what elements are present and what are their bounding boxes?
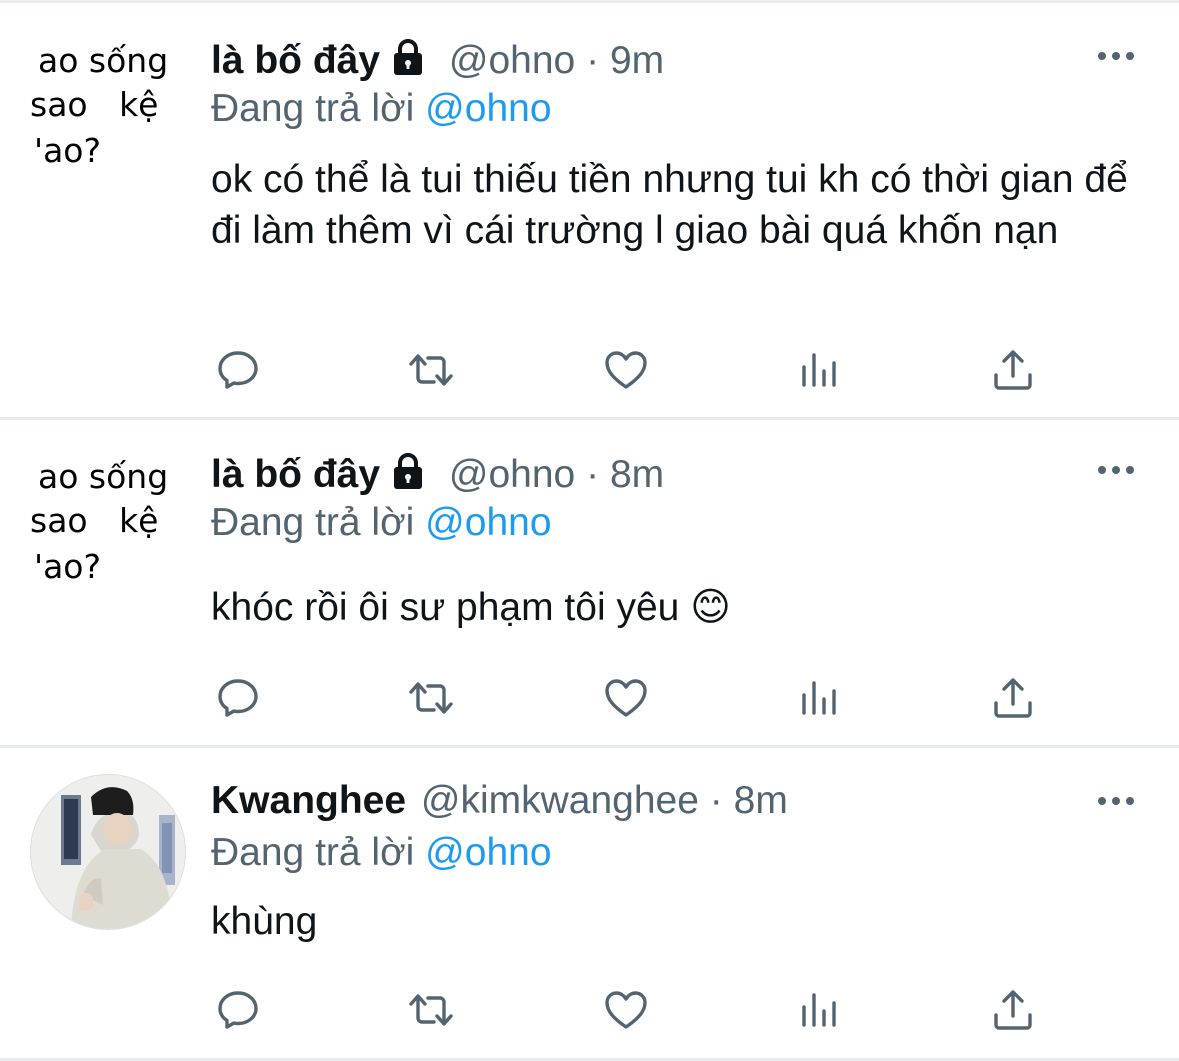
share-icon	[994, 990, 1032, 1030]
avatar[interactable]	[30, 774, 186, 930]
share-icon	[994, 350, 1032, 390]
reply-button[interactable]	[212, 344, 264, 396]
analytics-button[interactable]	[793, 984, 845, 1036]
retweet-icon	[409, 682, 453, 714]
avatar-text-line: 'ao?	[34, 131, 101, 170]
retweet-button[interactable]	[405, 344, 457, 396]
avatar-text-line: 'ao?	[34, 547, 101, 586]
avatar-text-line: ao sống	[38, 457, 169, 496]
tweet-header: Kwanghee @kimkwanghee · 8m	[211, 776, 788, 826]
timestamp[interactable]: 8m	[610, 453, 664, 496]
avatar-text-line: ao sống	[38, 41, 169, 80]
reply-prefix: Đang trả lời	[211, 87, 415, 130]
timestamp[interactable]: 8m	[734, 779, 788, 822]
tweet[interactable]: Kwanghee @kimkwanghee · 8m Đang trả lời …	[0, 748, 1179, 1061]
avatar-photo-image	[31, 775, 185, 929]
user-handle[interactable]: @ohno	[449, 39, 575, 82]
lock-icon	[388, 37, 428, 90]
analytics-icon	[802, 993, 836, 1027]
display-name[interactable]: là bố đây	[211, 39, 380, 82]
more-icon[interactable]	[1096, 791, 1136, 811]
tweet-header: là bố đây @ohno · 8m	[211, 450, 664, 500]
reply-context: Đang trả lời @ohno	[211, 828, 552, 878]
retweet-icon	[409, 994, 453, 1026]
tweet-header: là bố đây @ohno · 9m	[211, 36, 664, 86]
tweet-text: khùng	[211, 900, 318, 943]
reply-icon	[218, 679, 258, 717]
tweet-actions	[0, 984, 1179, 1034]
reply-context: Đang trả lời @ohno	[211, 498, 552, 548]
heart-icon	[605, 991, 647, 1029]
lock-icon	[388, 451, 428, 504]
reply-button[interactable]	[212, 672, 264, 724]
separator-dot: ·	[709, 779, 723, 822]
tweet-actions	[0, 672, 1179, 722]
timestamp[interactable]: 9m	[610, 39, 664, 82]
more-icon[interactable]	[1096, 46, 1136, 66]
reply-prefix: Đang trả lời	[211, 831, 415, 874]
tweet-text: khóc rồi ôi sư phạm tôi yêu 😊	[211, 586, 731, 629]
retweet-button[interactable]	[405, 672, 457, 724]
avatar[interactable]: ao sống sao kệ 'ao?	[20, 450, 192, 600]
analytics-icon	[802, 681, 836, 715]
share-icon	[994, 678, 1032, 718]
retweet-icon	[409, 354, 453, 386]
more-icon[interactable]	[1096, 460, 1136, 480]
like-button[interactable]	[600, 984, 652, 1036]
tweet[interactable]: ao sống sao kệ 'ao? là bố đây @ohno · 9m…	[0, 0, 1179, 418]
share-button[interactable]	[987, 672, 1039, 724]
share-button[interactable]	[987, 344, 1039, 396]
analytics-button[interactable]	[793, 344, 845, 396]
tweet[interactable]: ao sống sao kệ 'ao? là bố đây @ohno · 8m…	[0, 420, 1179, 746]
like-button[interactable]	[600, 344, 652, 396]
display-name[interactable]: là bố đây	[211, 453, 380, 496]
reply-mention-link[interactable]: @ohno	[425, 87, 551, 130]
user-handle[interactable]: @ohno	[449, 453, 575, 496]
analytics-button[interactable]	[793, 672, 845, 724]
heart-icon	[605, 351, 647, 389]
reply-context: Đang trả lời @ohno	[211, 84, 552, 134]
separator-dot: ·	[586, 453, 600, 496]
tweet-actions	[0, 344, 1179, 394]
reply-mention-link[interactable]: @ohno	[425, 831, 551, 874]
display-name[interactable]: Kwanghee	[211, 779, 406, 822]
analytics-icon	[802, 353, 836, 387]
reply-button[interactable]	[212, 984, 264, 1036]
reply-icon	[218, 351, 258, 389]
avatar-text-line: sao kệ	[30, 85, 159, 124]
reply-mention-link[interactable]: @ohno	[425, 501, 551, 544]
reply-icon	[218, 991, 258, 1029]
heart-icon	[605, 679, 647, 717]
user-handle[interactable]: @kimkwanghee	[421, 779, 699, 822]
share-button[interactable]	[987, 984, 1039, 1036]
separator-dot: ·	[586, 39, 600, 82]
reply-prefix: Đang trả lời	[211, 501, 415, 544]
like-button[interactable]	[600, 672, 652, 724]
avatar[interactable]: ao sống sao kệ 'ao?	[20, 34, 192, 184]
tweet-text: ok có thể là tui thiếu tiền nhưng tui kh…	[211, 158, 1128, 252]
retweet-button[interactable]	[405, 984, 457, 1036]
avatar-text-line: sao kệ	[30, 501, 159, 540]
